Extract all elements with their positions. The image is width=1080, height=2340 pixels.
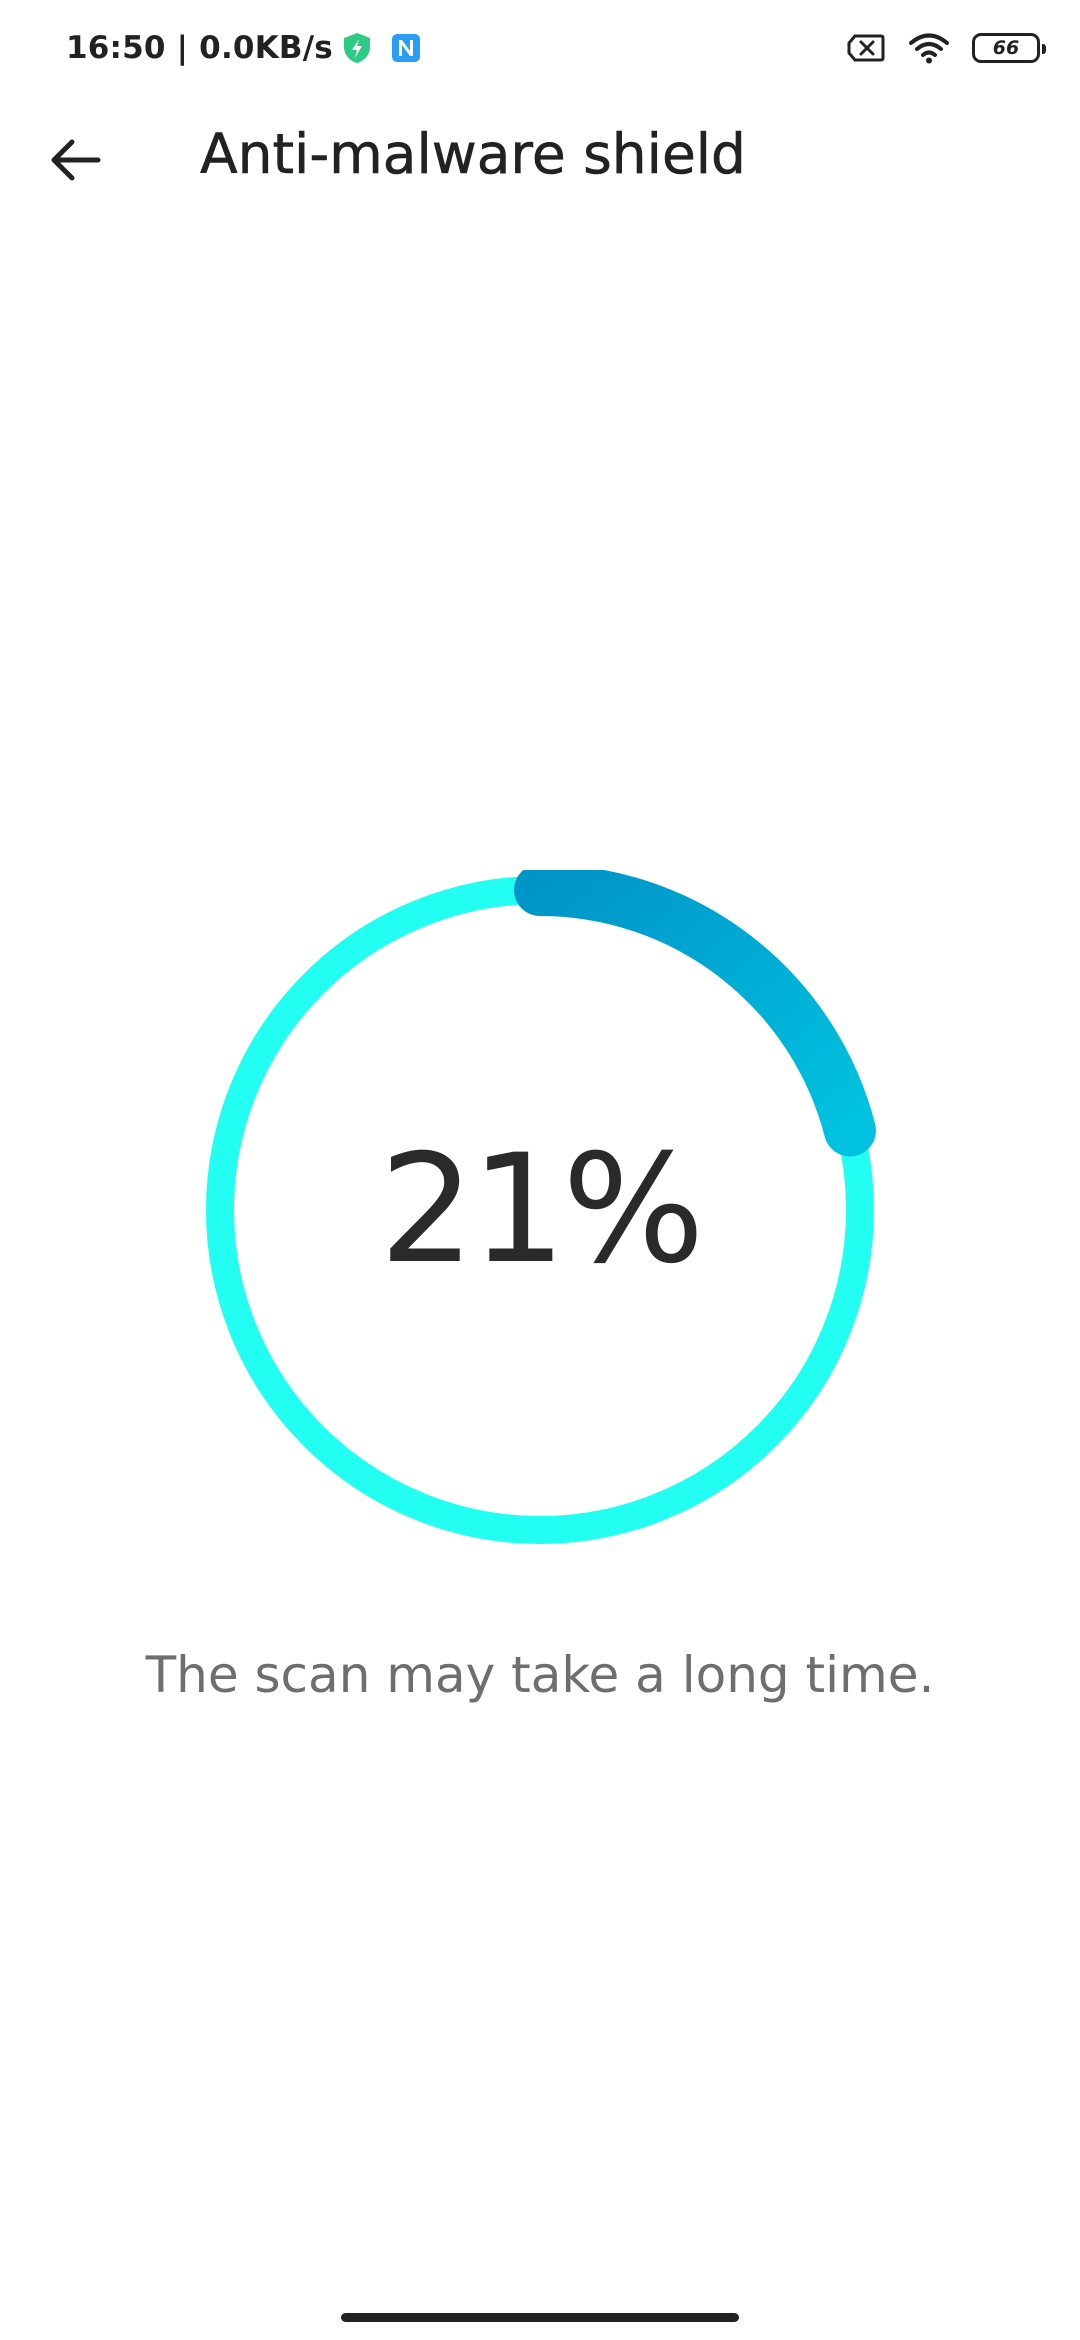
arrow-left-icon	[51, 139, 101, 181]
status-time-speed: 16:50 | 0.0KB/s	[66, 30, 333, 66]
no-sim-icon	[846, 33, 886, 63]
status-right: 66	[846, 24, 1046, 72]
title-bar: Anti-malware shield	[0, 100, 1080, 210]
status-left: 16:50 | 0.0KB/s	[66, 24, 421, 72]
wifi-icon	[908, 32, 950, 64]
n-app-icon	[391, 33, 421, 63]
back-button[interactable]	[34, 118, 118, 202]
gesture-bar[interactable]	[341, 2313, 739, 2322]
page-title: Anti-malware shield	[200, 122, 747, 187]
progress-percent: 21%	[379, 1123, 704, 1297]
scan-note: The scan may take a long time.	[145, 1646, 935, 1704]
status-bar: 16:50 | 0.0KB/s 66	[0, 0, 1080, 96]
battery-level: 66	[992, 36, 1020, 59]
shield-bolt-icon	[341, 31, 373, 65]
scan-progress-ring: 21%	[200, 870, 880, 1550]
battery-icon: 66	[972, 33, 1046, 63]
